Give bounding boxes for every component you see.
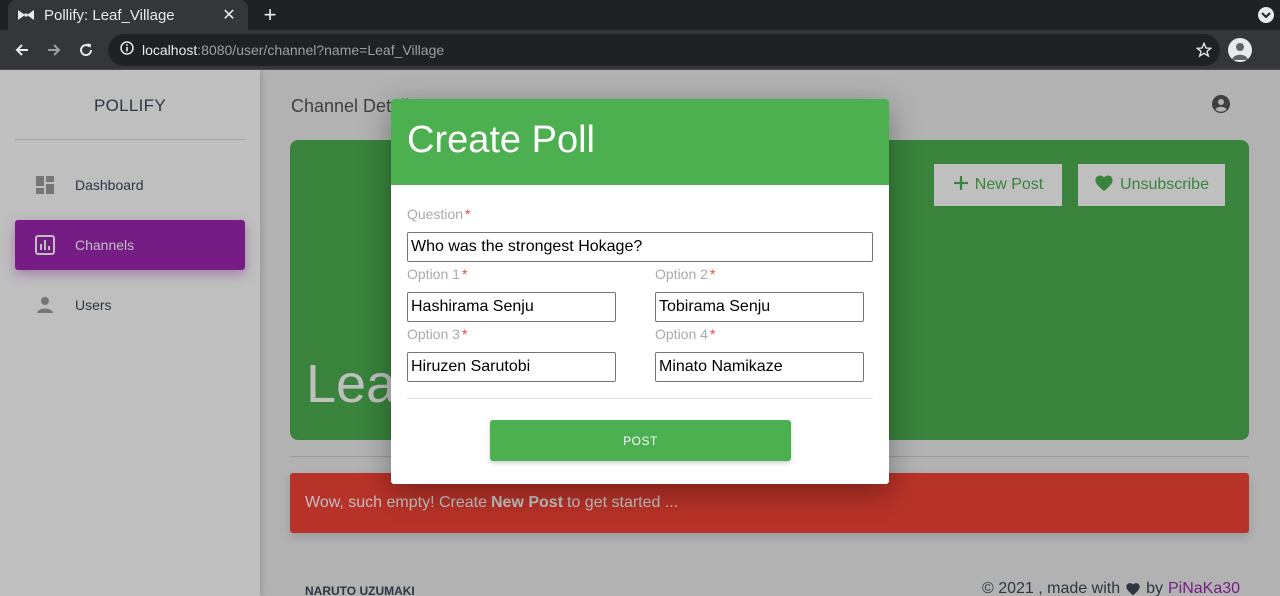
question-input[interactable] <box>407 232 873 262</box>
tab-close-icon[interactable]: ✕ <box>220 5 238 25</box>
required-asterisk: * <box>465 206 471 222</box>
question-label-text: Question <box>407 206 464 222</box>
app-page: POLLIFY Dashboard Channels Users Channel… <box>0 70 1280 596</box>
site-info-icon[interactable] <box>120 40 134 60</box>
option-4-label-text: Option 4 <box>655 326 708 342</box>
modal-divider <box>407 398 873 399</box>
modal-title: Create Poll <box>407 119 595 161</box>
post-button[interactable]: POST <box>490 420 791 461</box>
option-1-input[interactable] <box>407 292 616 322</box>
bookmark-star-icon[interactable] <box>1195 41 1213 58</box>
new-tab-button[interactable]: + <box>258 2 282 27</box>
option-2-label-text: Option 2 <box>655 266 708 282</box>
tab-title: Pollify: Leaf_Village <box>44 6 175 24</box>
url-host: localhost <box>142 42 198 58</box>
option-2-label: Option 2 * <box>655 266 715 282</box>
profile-avatar-icon[interactable] <box>1228 38 1252 62</box>
tab-search-dropdown-icon[interactable] <box>1258 7 1274 23</box>
option-4-label: Option 4 * <box>655 326 715 342</box>
bowtie-favicon-icon <box>18 8 34 22</box>
browser-tab[interactable]: Pollify: Leaf_Village ✕ <box>8 0 248 30</box>
question-label: Question * <box>407 206 471 222</box>
reload-icon[interactable] <box>74 38 98 62</box>
forward-arrow-icon[interactable] <box>42 38 66 62</box>
option-2-input[interactable] <box>655 292 864 322</box>
browser-tab-strip: Pollify: Leaf_Village ✕ + <box>0 0 1280 30</box>
create-poll-modal: Create Poll Question* Option 1* Option 2… <box>391 99 889 484</box>
address-bar[interactable]: localhost:8080/user/channel?name=Leaf_Vi… <box>108 34 1220 66</box>
option-1-label: Option 1 * <box>407 266 467 282</box>
option-3-label: Option 3 * <box>407 326 467 342</box>
option-3-label-text: Option 3 <box>407 326 460 342</box>
modal-header: Create Poll <box>391 99 889 185</box>
back-arrow-icon[interactable] <box>10 38 34 62</box>
required-asterisk: * <box>709 326 716 342</box>
option-1-label-text: Option 1 <box>407 266 460 282</box>
browser-toolbar: localhost:8080/user/channel?name=Leaf_Vi… <box>0 30 1280 70</box>
required-asterisk: * <box>461 326 468 342</box>
required-asterisk: * <box>709 266 716 282</box>
required-asterisk: * <box>461 266 468 282</box>
url-path: :8080/user/channel?name=Leaf_Village <box>197 42 445 58</box>
option-4-input[interactable] <box>655 352 864 382</box>
option-3-input[interactable] <box>407 352 616 382</box>
